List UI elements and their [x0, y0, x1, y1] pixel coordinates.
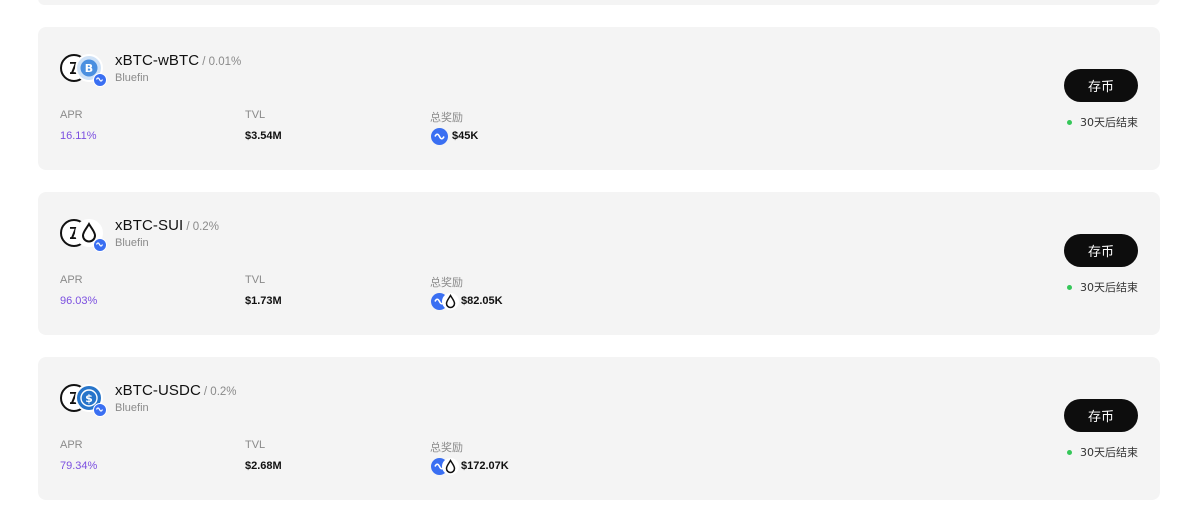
pool-card: B xBTC-wBTC/ 0.01% Bluefin APR 16.11% TV…	[38, 27, 1160, 170]
status-text: 30天后结束	[1080, 446, 1138, 459]
end-status: 30天后结束	[1067, 279, 1138, 295]
pool-card: $ xBTC-USDC/ 0.2% Bluefin APR 79.34% TVL…	[38, 357, 1160, 500]
end-status: 30天后结束	[1067, 444, 1138, 460]
status-dot	[1067, 449, 1072, 455]
bluefin-reward-icon	[431, 128, 448, 145]
tvl-label: TVL	[245, 274, 266, 286]
sui-reward-icon	[442, 458, 459, 475]
sui-reward-icon	[442, 293, 459, 310]
tvl-label: TVL	[245, 109, 266, 121]
deposit-button[interactable]: 存币	[1064, 399, 1138, 432]
deposit-button[interactable]: 存币	[1064, 69, 1138, 102]
pool-name: xBTC-USDC	[115, 382, 201, 399]
deposit-button[interactable]: 存币	[1064, 234, 1138, 267]
apr-label: APR	[60, 274, 83, 286]
status-dot	[1067, 284, 1072, 290]
pool-title: xBTC-USDC/ 0.2%	[115, 382, 237, 400]
pool-card: xBTC-SUI/ 0.2% Bluefin APR 96.03% TVL $1…	[38, 192, 1160, 335]
previous-pool-card-fragment	[38, 0, 1160, 5]
svg-text:$: $	[85, 392, 93, 405]
fee-tier: / 0.2%	[186, 221, 219, 233]
bluefin-badge-icon	[93, 238, 107, 252]
end-status: 30天后结束	[1067, 114, 1138, 130]
pool-title: xBTC-wBTC/ 0.01%	[115, 52, 241, 70]
platform-name: Bluefin	[115, 237, 149, 249]
rewards-value: $82.05K	[461, 295, 503, 307]
apr-value: 79.34%	[60, 460, 98, 472]
rewards-label: 总奖励	[430, 442, 463, 454]
svg-text:B: B	[85, 62, 93, 75]
tvl-value: $3.54M	[245, 130, 282, 142]
status-text: 30天后结束	[1080, 116, 1138, 129]
bluefin-badge-icon	[93, 73, 107, 87]
bluefin-badge-icon	[93, 403, 107, 417]
rewards-label: 总奖励	[430, 112, 463, 124]
fee-tier: / 0.2%	[203, 386, 237, 398]
pool-title: xBTC-SUI/ 0.2%	[115, 217, 219, 235]
fee-tier: / 0.01%	[202, 56, 242, 68]
platform-name: Bluefin	[115, 402, 149, 414]
tvl-value: $1.73M	[245, 295, 282, 307]
rewards-label: 总奖励	[430, 277, 463, 289]
apr-value: 16.11%	[60, 130, 97, 142]
pool-name: xBTC-SUI	[115, 217, 184, 234]
status-text: 30天后结束	[1080, 281, 1138, 294]
rewards-value: $172.07K	[461, 460, 509, 472]
apr-value: 96.03%	[60, 295, 98, 307]
platform-name: Bluefin	[115, 72, 149, 84]
rewards-value: $45K	[452, 130, 479, 142]
tvl-value: $2.68M	[245, 460, 282, 472]
apr-label: APR	[60, 439, 83, 451]
tvl-label: TVL	[245, 439, 266, 451]
token-pair-icons: $	[60, 384, 108, 418]
token-pair-icons	[60, 219, 108, 253]
apr-label: APR	[60, 109, 83, 121]
status-dot	[1067, 119, 1072, 125]
token-pair-icons: B	[60, 54, 108, 88]
pool-name: xBTC-wBTC	[115, 52, 200, 69]
